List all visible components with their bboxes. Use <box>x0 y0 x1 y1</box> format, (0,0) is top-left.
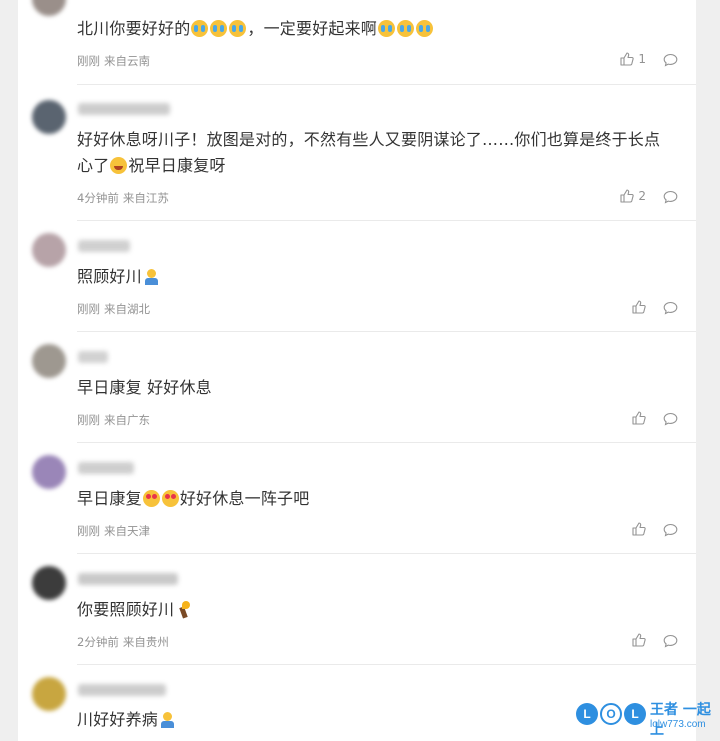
like-button[interactable] <box>632 633 646 647</box>
reply-button[interactable] <box>663 189 678 208</box>
like-button[interactable] <box>632 300 646 314</box>
comment-location: 来自贵州 <box>122 635 169 649</box>
thumbs-up-icon <box>632 300 646 314</box>
watermark-logo: L O L 王者 一起上 lolw773.com <box>576 697 716 738</box>
divider <box>77 220 696 221</box>
username[interactable] <box>78 351 108 363</box>
comment-meta: 刚刚 来自广东 <box>77 412 154 428</box>
comment-time: 4分钟前 <box>77 191 119 205</box>
comment-meta: 2分钟前 来自贵州 <box>77 634 173 650</box>
comment-bubble-icon <box>663 53 678 67</box>
comment-time: 刚刚 <box>77 524 100 538</box>
torch-emoji-icon <box>175 601 192 618</box>
cry-emoji-icon <box>210 20 228 37</box>
divider <box>77 331 696 332</box>
avatar[interactable] <box>32 0 66 16</box>
person-emoji-icon <box>159 711 176 728</box>
avatar[interactable] <box>32 100 66 134</box>
like-button[interactable] <box>632 522 646 536</box>
comment-time: 刚刚 <box>77 302 100 316</box>
comment-text: 早日康复 好好休息 <box>77 378 212 397</box>
comment-text: 你要照顾好川 <box>77 597 667 623</box>
comment-time: 刚刚 <box>77 413 100 427</box>
watermark-letter-l: L <box>624 703 646 725</box>
comment-location: 来自广东 <box>104 413 150 427</box>
divider <box>77 664 696 665</box>
reply-button[interactable] <box>663 300 678 319</box>
laugh-emoji-icon <box>110 157 128 174</box>
avatar[interactable] <box>32 677 66 711</box>
comment-text: 照顾好川 <box>77 264 667 290</box>
heart-eyes-emoji-icon <box>161 490 179 507</box>
like-button[interactable]: 2 <box>620 189 646 203</box>
cry-emoji-icon <box>378 20 396 37</box>
like-count: 2 <box>638 189 646 203</box>
comment-list: 北川你要好好的 ，一定要好起来啊 刚刚 来自云南 1 好好休息呀川子！放图是对的，不… <box>18 0 696 741</box>
comment-location: 来自湖北 <box>104 302 150 316</box>
avatar[interactable] <box>32 233 66 267</box>
username[interactable] <box>78 573 178 585</box>
divider <box>77 442 696 443</box>
like-count: 1 <box>638 52 646 66</box>
thumbs-up-icon <box>632 633 646 647</box>
thumbs-up-icon <box>620 189 635 203</box>
username[interactable] <box>78 462 134 474</box>
reply-button[interactable] <box>663 522 678 541</box>
cry-emoji-icon <box>229 20 247 37</box>
comment-text: 好好休息呀川子！放图是对的，不然有些人又要阴谋论了……你们也算是终于长点心了 祝早… <box>77 130 661 175</box>
comment-bubble-icon <box>663 523 678 537</box>
like-button[interactable] <box>632 411 646 425</box>
thumbs-up-icon <box>632 411 646 425</box>
comment-meta: 刚刚 来自湖北 <box>77 301 154 317</box>
thumbs-up-icon <box>620 52 635 66</box>
cry-emoji-icon <box>191 20 209 37</box>
comment-text: 北川你要好好的 ，一定要好起来啊 <box>77 16 667 42</box>
comment-meta: 4分钟前 来自江苏 <box>77 190 173 206</box>
comment-bubble-icon <box>663 190 678 204</box>
watermark-letter-l: L <box>576 703 598 725</box>
username[interactable] <box>78 103 170 115</box>
cry-emoji-icon <box>397 20 415 37</box>
comment-bubble-icon <box>663 412 678 426</box>
reply-button[interactable] <box>663 52 678 71</box>
cry-emoji-icon <box>416 20 434 37</box>
avatar[interactable] <box>32 344 66 378</box>
comment-location: 来自云南 <box>104 54 150 68</box>
username[interactable] <box>78 684 166 696</box>
comment-text: 早日康复 好好休息一阵子吧 <box>77 489 310 508</box>
avatar[interactable] <box>32 455 66 489</box>
comment-time: 2分钟前 <box>77 635 119 649</box>
person-emoji-icon <box>143 268 160 285</box>
avatar[interactable] <box>32 566 66 600</box>
reply-button[interactable] <box>663 411 678 430</box>
comment-time: 刚刚 <box>77 54 100 68</box>
comment-bubble-icon <box>663 301 678 315</box>
watermark-letter-o: O <box>600 703 622 725</box>
comment-meta: 刚刚 来自天津 <box>77 523 154 539</box>
comment-location: 来自江苏 <box>122 191 169 205</box>
reply-button[interactable] <box>663 633 678 652</box>
username[interactable] <box>78 240 130 252</box>
comment-location: 来自天津 <box>104 524 150 538</box>
like-button[interactable]: 1 <box>620 52 646 66</box>
thumbs-up-icon <box>632 522 646 536</box>
divider <box>77 84 696 85</box>
comment-bubble-icon <box>663 634 678 648</box>
comment-meta: 刚刚 来自云南 <box>77 53 154 69</box>
heart-eyes-emoji-icon <box>142 490 160 507</box>
watermark-url: lolw773.com <box>650 719 706 730</box>
divider <box>77 553 696 554</box>
